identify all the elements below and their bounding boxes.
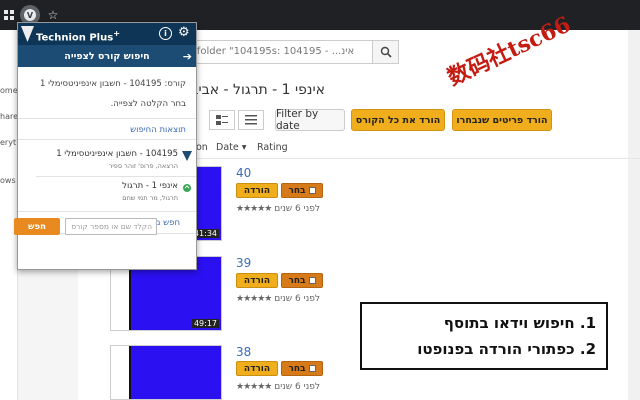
choose-button[interactable]: בחר: [281, 273, 323, 288]
divider: [18, 211, 196, 212]
page-title: אינפי 1 - תרגול - אביב: [190, 82, 325, 98]
result-subtitle: הרצאה, פרופ' זוהר ספיר: [108, 162, 178, 170]
course-line: קורס: 104195 - חשבון אינפיניטסימלי 1: [39, 79, 186, 89]
sort-duration[interactable]: on: [196, 142, 208, 153]
technion-logo-icon: [182, 151, 192, 161]
video-title-link[interactable]: 40: [236, 166, 251, 180]
sort-rating[interactable]: Rating: [257, 142, 288, 153]
checkbox-icon: [308, 277, 316, 284]
recycle-icon: [182, 183, 192, 193]
popup-search-button[interactable]: חפש: [14, 218, 60, 235]
download-button[interactable]: הורדה: [236, 361, 278, 376]
sort-date[interactable]: Date ▾: [216, 142, 247, 153]
video-age: לפני 6 שנים ★★★★★: [236, 204, 320, 214]
download-button[interactable]: הורדה: [236, 183, 278, 198]
video-duration: 49:17: [191, 319, 219, 328]
callout-line-2: 2. כפתורי הורדה בפנופטו: [417, 340, 596, 358]
video-title-link[interactable]: 39: [236, 256, 251, 270]
search-course-button[interactable]: חיפוש קורס לצפייה: [18, 45, 196, 67]
download-selected-button[interactable]: הורד פריטים שנבחרו: [452, 109, 552, 131]
gear-icon[interactable]: ⚙: [178, 25, 190, 40]
choose-button[interactable]: בחר: [281, 361, 323, 376]
popup-title: Technion Plus+: [36, 28, 120, 43]
video-age: לפני 6 שנים ★★★★★: [236, 382, 320, 392]
sidebar-item-home[interactable]: ome: [0, 86, 18, 95]
arrow-right-icon[interactable]: ➔: [183, 50, 192, 63]
view-detail-button[interactable]: [209, 110, 235, 130]
result-subtitle: תרגול, מר תמי שחם: [122, 194, 178, 202]
sidebar-item-everything[interactable]: eryt: [0, 138, 18, 147]
sidebar-item-windows[interactable]: ows: [0, 176, 18, 185]
choose-button[interactable]: בחר: [281, 183, 323, 198]
choose-recording-text: בחר הקלטה לצפייה.: [110, 99, 186, 109]
result-title: אינפי 1 - תרגול: [122, 181, 178, 191]
choose-label: בחר: [288, 275, 306, 286]
course-search-input[interactable]: הקלד שם או מספר קורס: [65, 218, 157, 235]
choose-label: בחר: [288, 363, 306, 374]
result-item[interactable]: 104195 - חשבון אינפיניטסימלי 1 הרצאה, פר…: [36, 147, 194, 177]
popup-title-text: Technion Plus: [36, 32, 114, 44]
checkbox-icon: [308, 187, 316, 194]
divider: [18, 118, 196, 119]
rating-stars-icon[interactable]: ★★★★★: [236, 294, 272, 304]
age-label: לפני 6 שנים: [274, 382, 320, 392]
rating-stars-icon[interactable]: ★★★★★: [236, 204, 272, 214]
rating-stars-icon[interactable]: ★★★★★: [236, 382, 272, 392]
info-icon[interactable]: i: [159, 27, 172, 40]
search-input[interactable]: h in folder "104195s: 104195 - ...אינ: [168, 40, 373, 64]
video-thumbnail[interactable]: [110, 345, 222, 400]
divider: [36, 176, 196, 177]
sidebar-item-shared[interactable]: hare: [0, 112, 18, 121]
video-title-link[interactable]: 38: [236, 345, 251, 359]
download-all-button[interactable]: הורד את כל הקורס: [351, 109, 445, 131]
search-results-header: תוצאות החיפוש: [130, 125, 186, 135]
divider: [18, 139, 196, 140]
result-title: 104195 - חשבון אינפיניטסימלי 1: [56, 149, 178, 159]
download-button[interactable]: הורדה: [236, 273, 278, 288]
search-icon[interactable]: [373, 40, 399, 64]
grid-icon[interactable]: [0, 6, 18, 24]
age-label: לפני 6 שנים: [274, 204, 320, 214]
divider: [180, 158, 640, 159]
video-age: לפני 6 שנים ★★★★★: [236, 294, 320, 304]
checkbox-icon: [308, 365, 316, 372]
age-label: לפני 6 שנים: [274, 294, 320, 304]
choose-label: בחר: [288, 185, 306, 196]
result-item[interactable]: אינפי 1 - תרגול תרגול, מר תמי שחם: [36, 179, 194, 209]
filter-by-date-button[interactable]: Filter by date: [275, 108, 345, 132]
popup-title-sup: +: [113, 28, 121, 38]
instruction-callout: 1. חיפוש וידאו בתוסף 2. כפתורי הורדה בפנ…: [360, 302, 608, 370]
callout-line-1: 1. חיפוש וידאו בתוסף: [443, 314, 596, 332]
scrollbar[interactable]: [628, 30, 640, 400]
view-list-button[interactable]: [238, 110, 264, 130]
